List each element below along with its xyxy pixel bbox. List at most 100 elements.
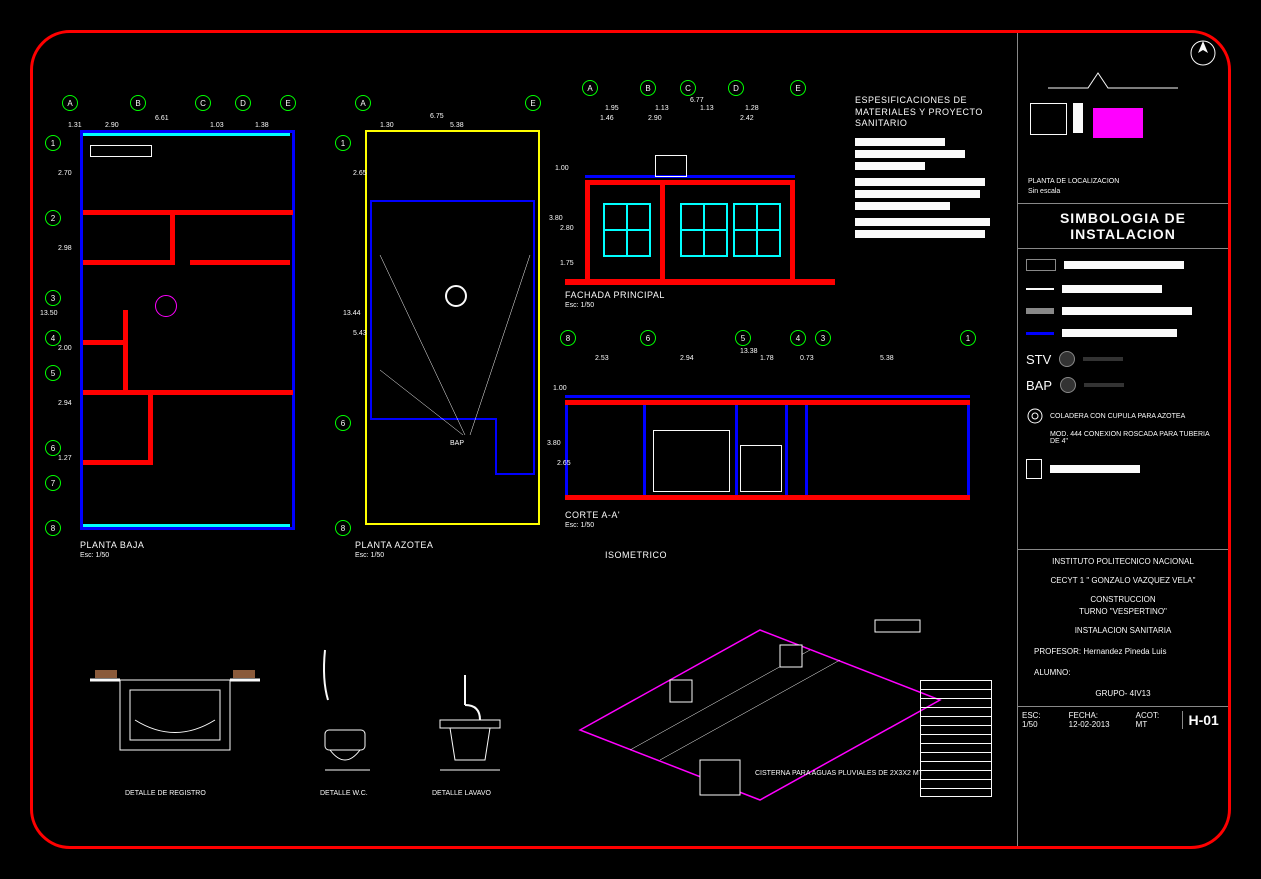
- drain-label: COLADERA CON CUPULA PARA AZOTEA: [1050, 413, 1185, 420]
- dimension: 1.13: [700, 105, 714, 112]
- axis-bubble: E: [525, 95, 541, 111]
- axis-bubble: 4: [790, 330, 806, 346]
- specs: ESPESIFICACIONES DE MATERIALES Y PROYECT…: [855, 95, 1000, 258]
- dimension: 13.38: [740, 348, 758, 355]
- planta-baja: [60, 130, 295, 530]
- project: INSTALACION SANITARIA: [1024, 625, 1222, 638]
- planta-azotea: BAP: [345, 130, 540, 525]
- axis-bubble: A: [582, 80, 598, 96]
- axis-bubble: C: [680, 80, 696, 96]
- dimension: 1.13: [655, 105, 669, 112]
- prof-label: PROFESOR:: [1034, 647, 1081, 656]
- dimension: 3.80: [549, 215, 563, 222]
- axis-bubble: 1: [960, 330, 976, 346]
- dimension: 13.50: [40, 310, 58, 317]
- axis-bubble: E: [280, 95, 296, 111]
- wc-title: DETALLE W.C.: [320, 790, 368, 797]
- symbology-title: SIMBOLOGIA DE INSTALACION: [1018, 203, 1228, 249]
- dimension: 1.78: [760, 355, 774, 362]
- dimension: 3.80: [547, 440, 561, 447]
- sheet-number: H-01: [1182, 711, 1224, 729]
- dimension: 2.70: [58, 170, 72, 177]
- fachada: [565, 145, 835, 285]
- dimension: 2.90: [105, 122, 119, 129]
- cistern-label: CISTERNA PARA AGUAS PLUVIALES DE 2X3X2 M…: [755, 770, 923, 777]
- axis-bubble: 8: [45, 520, 61, 536]
- axis-bubble: 3: [45, 290, 61, 306]
- dimension: 1.00: [555, 165, 569, 172]
- dimension: 5.38: [880, 355, 894, 362]
- bap-label: BAP: [1026, 378, 1052, 393]
- axis-bubble: 2: [45, 210, 61, 226]
- detalle-registro: [90, 650, 260, 780]
- registro-title: DETALLE DE REGISTRO: [125, 790, 206, 797]
- planta-baja-scale: Esc: 1/50: [80, 552, 109, 559]
- corte-scale: Esc: 1/50: [565, 522, 594, 529]
- axis-bubble: A: [62, 95, 78, 111]
- dimension: 1.46: [600, 115, 614, 122]
- title-block: PLANTA DE LOCALIZACION Sin escala SIMBOL…: [1017, 33, 1228, 846]
- dimension: 6.61: [155, 115, 169, 122]
- dimension: 2.94: [58, 400, 72, 407]
- dimension: 1.95: [605, 105, 619, 112]
- axis-bubble: 6: [45, 440, 61, 456]
- dimension: 6.75: [430, 113, 444, 120]
- dimension: 2.98: [58, 245, 72, 252]
- planta-baja-title: PLANTA BAJA: [80, 540, 144, 550]
- axis-bubble: D: [235, 95, 251, 111]
- iso-table: [920, 680, 992, 797]
- loc-plan-label: PLANTA DE LOCALIZACION: [1028, 178, 1119, 185]
- axis-bubble: B: [640, 80, 656, 96]
- dimension: 2.42: [740, 115, 754, 122]
- group-label: GRUPO-: [1095, 689, 1127, 698]
- specs-title: ESPESIFICACIONES DE MATERIALES Y PROYECT…: [855, 95, 1000, 130]
- axis-bubble: 5: [45, 365, 61, 381]
- dimension: 2.65: [353, 170, 367, 177]
- esc-label: ESC:: [1022, 711, 1063, 720]
- dimension: 1.38: [255, 122, 269, 129]
- axis-bubble: 7: [45, 475, 61, 491]
- program: CONSTRUCCION TURNO "VESPERTINO": [1024, 594, 1222, 620]
- detalle-lavabo: [420, 665, 520, 780]
- dimension: 6.77: [690, 97, 704, 104]
- date: 12-02-2013: [1069, 720, 1130, 729]
- iso-title: ISOMETRICO: [605, 550, 667, 560]
- dimension: 1.30: [380, 122, 394, 129]
- date-label: FECHA:: [1069, 711, 1130, 720]
- axis-bubble: 6: [640, 330, 656, 346]
- dimension: 13.44: [343, 310, 361, 317]
- conn-label: MOD. 444 CONEXION ROSCADA PARA TUBERIA D…: [1050, 431, 1220, 445]
- esc: 1/50: [1022, 720, 1063, 729]
- axis-bubble: 1: [335, 135, 351, 151]
- dimension: 2.00: [58, 345, 72, 352]
- drain-icon: [1026, 407, 1044, 425]
- corte: [565, 370, 970, 500]
- dimension: 1.28: [745, 105, 759, 112]
- axis-bubble: 4: [45, 330, 61, 346]
- fachada-title: FACHADA PRINCIPAL: [565, 290, 665, 300]
- axis-bubble: 5: [735, 330, 751, 346]
- unit-label: ACOT:: [1136, 711, 1177, 720]
- axis-bubble: D: [728, 80, 744, 96]
- loc-plan-scale: Sin escala: [1028, 188, 1060, 195]
- student-label: ALUMNO:: [1034, 668, 1070, 677]
- dimension: 2.94: [680, 355, 694, 362]
- axis-bubble: 6: [335, 415, 351, 431]
- dimension: 1.00: [553, 385, 567, 392]
- corte-title: CORTE A-A': [565, 510, 620, 520]
- stv-label: STV: [1026, 352, 1051, 367]
- prof: Hernandez Pineda Luis: [1083, 647, 1166, 656]
- azotea-scale: Esc: 1/50: [355, 552, 384, 559]
- group: 4IV13: [1130, 689, 1151, 698]
- axis-bubble: 1: [45, 135, 61, 151]
- axis-bubble: 3: [815, 330, 831, 346]
- dimension: 2.90: [648, 115, 662, 122]
- dimension: 1.03: [210, 122, 224, 129]
- school: INSTITUTO POLITECNICO NACIONAL: [1024, 556, 1222, 569]
- azotea-title: PLANTA AZOTEA: [355, 540, 433, 550]
- dimension: 5.43: [353, 330, 367, 337]
- fachada-scale: Esc: 1/50: [565, 302, 594, 309]
- axis-bubble: 8: [560, 330, 576, 346]
- dimension: 1.31: [68, 122, 82, 129]
- dimension: 1.75: [560, 260, 574, 267]
